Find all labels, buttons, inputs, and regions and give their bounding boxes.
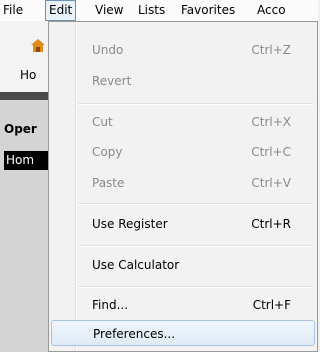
menu-bar: File Edit View Lists Favorites Acco	[0, 0, 318, 22]
menu-accounts[interactable]: Acco	[254, 0, 289, 20]
header-bar	[0, 92, 50, 100]
menu-item-copy[interactable]: Copy Ctrl+C	[76, 139, 317, 165]
menu-item-find[interactable]: Find... Ctrl+F	[76, 292, 317, 318]
menu-separator	[78, 203, 313, 205]
home-toolbar-label[interactable]: Ho	[20, 68, 36, 82]
menu-item-label: Use Calculator	[92, 258, 180, 272]
menu-separator	[78, 245, 313, 247]
menu-item-use-register[interactable]: Use Register Ctrl+R	[76, 211, 317, 237]
menu-item-label: Cut	[92, 115, 113, 129]
menu-item-cut[interactable]: Cut Ctrl+X	[76, 109, 317, 135]
menu-item-label: Copy	[92, 145, 123, 159]
menu-item-label: Preferences...	[93, 327, 176, 341]
menu-item-label: Undo	[92, 43, 124, 57]
edit-dropdown-menu: Undo Ctrl+Z Revert Cut Ctrl+X Copy Ctrl+…	[48, 21, 318, 352]
menu-item-paste[interactable]: Paste Ctrl+V	[76, 170, 317, 196]
open-windows-heading: Oper	[4, 122, 37, 136]
menu-item-label: Use Register	[92, 217, 168, 231]
menu-view[interactable]: View	[92, 0, 126, 20]
menu-file[interactable]: File	[0, 0, 26, 20]
menu-item-label: Revert	[92, 74, 132, 88]
menu-item-use-calculator[interactable]: Use Calculator	[76, 252, 317, 278]
menu-favorites[interactable]: Favorites	[178, 0, 238, 20]
menu-separator	[78, 103, 313, 105]
menu-item-label: Paste	[92, 176, 125, 190]
menu-item-undo[interactable]: Undo Ctrl+Z	[76, 37, 317, 63]
menu-item-shortcut: Ctrl+Z	[251, 43, 291, 57]
menu-edit[interactable]: Edit	[45, 0, 77, 21]
menu-item-shortcut: Ctrl+C	[251, 145, 291, 159]
open-window-home[interactable]: Hom	[4, 151, 50, 170]
left-panel	[0, 100, 50, 352]
menu-item-label: Find...	[92, 298, 129, 312]
menu-item-revert[interactable]: Revert	[76, 68, 317, 94]
menu-lists[interactable]: Lists	[135, 0, 168, 20]
menu-item-shortcut: Ctrl+V	[251, 176, 291, 190]
menu-separator	[78, 286, 313, 288]
menu-item-preferences[interactable]: Preferences...	[51, 320, 315, 346]
home-icon[interactable]	[31, 39, 45, 52]
menu-item-shortcut: Ctrl+R	[251, 217, 291, 231]
menu-item-shortcut: Ctrl+F	[252, 298, 291, 312]
menu-item-shortcut: Ctrl+X	[251, 115, 291, 129]
toolbar	[0, 21, 50, 93]
